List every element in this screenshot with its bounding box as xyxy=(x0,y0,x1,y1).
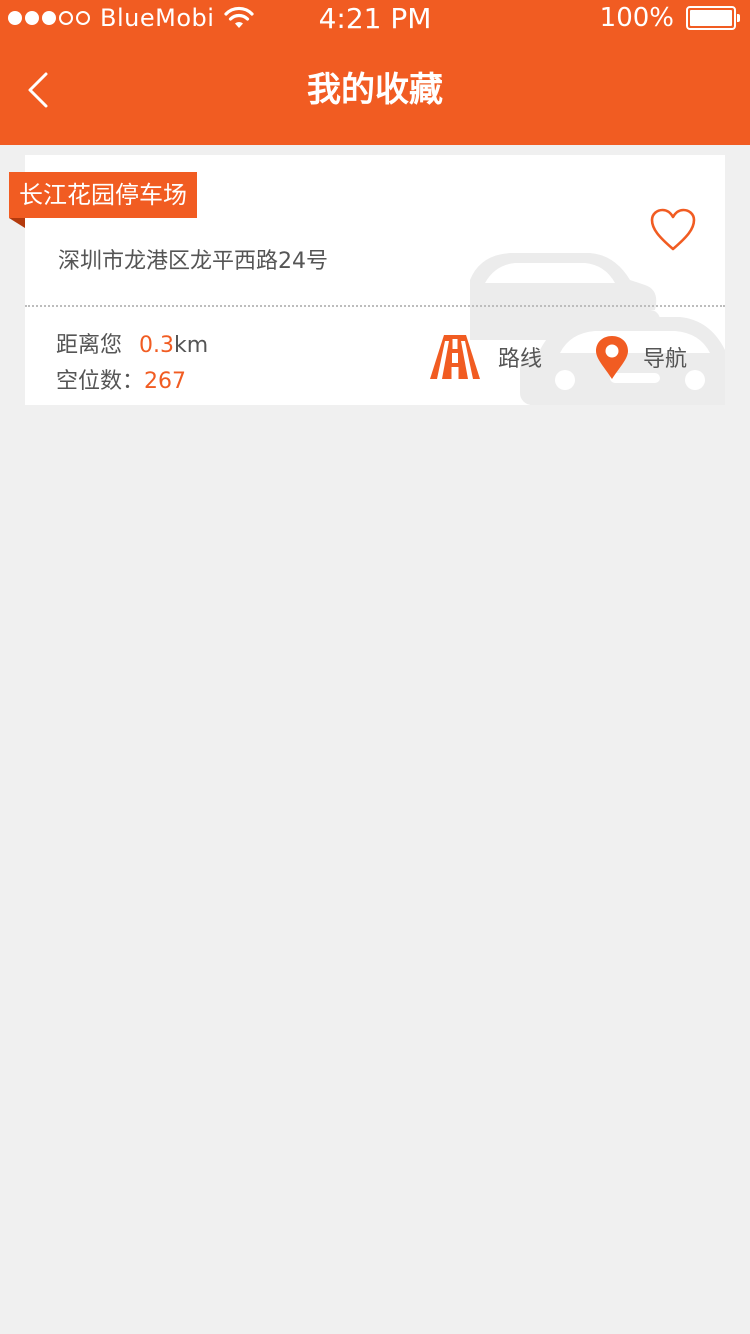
route-label: 路线 xyxy=(498,347,543,372)
parking-address: 深圳市龙港区龙平西路24号 xyxy=(58,249,328,274)
tag-fold xyxy=(9,218,25,228)
favorite-card[interactable]: 长江花园停车场 深圳市龙港区龙平西路24号 距离您 0.3km 空位数：267 … xyxy=(9,155,725,405)
card-divider xyxy=(25,305,725,307)
road-icon xyxy=(430,335,480,379)
favorite-heart-icon[interactable] xyxy=(649,207,697,253)
location-pin-icon xyxy=(596,336,628,379)
spaces-value: 267 xyxy=(144,369,187,394)
battery-percent: 100% xyxy=(599,3,674,33)
navigate-button[interactable]: 导航 xyxy=(595,333,687,381)
navigate-label: 导航 xyxy=(643,347,688,372)
distance-info: 距离您 0.3km xyxy=(56,327,208,359)
status-bar: BlueMobi 4:21 PM 100% xyxy=(0,0,750,40)
status-right: 100% xyxy=(599,2,740,34)
parking-name-tag: 长江花园停车场 xyxy=(9,172,197,218)
distance-label: 距离您 xyxy=(56,333,123,358)
spaces-info: 空位数：267 xyxy=(56,363,186,395)
page-title: 我的收藏 xyxy=(307,70,443,110)
distance-value: 0.3 xyxy=(139,333,175,358)
distance-unit: km xyxy=(174,333,209,358)
app-header: BlueMobi 4:21 PM 100% 我的收藏 xyxy=(0,0,750,145)
battery-icon xyxy=(686,6,740,30)
route-button[interactable]: 路线 xyxy=(430,333,542,381)
spaces-label: 空位数： xyxy=(56,369,145,394)
